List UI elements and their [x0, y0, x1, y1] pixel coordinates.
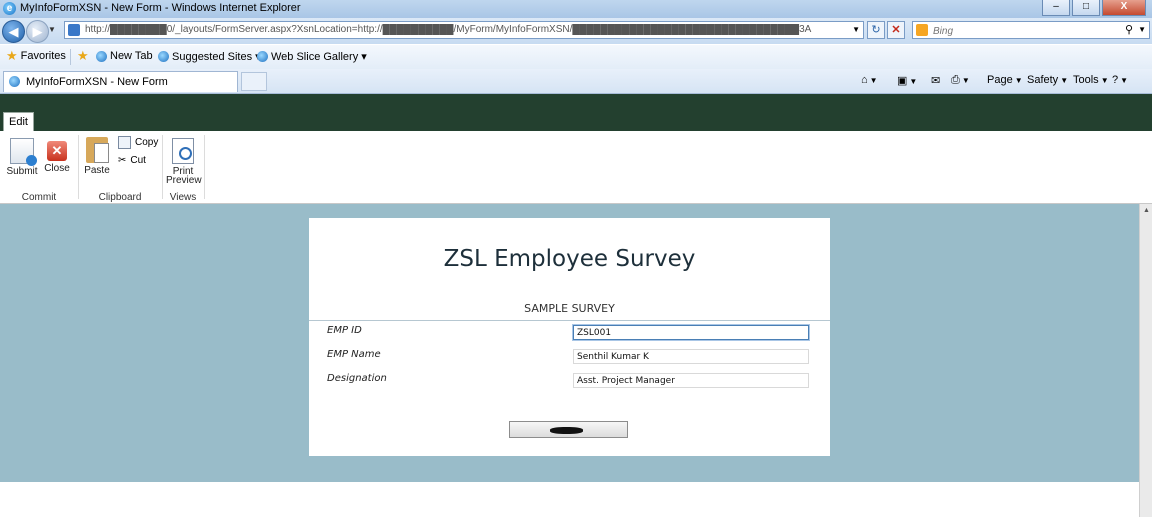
copy-icon [118, 136, 131, 149]
search-input[interactable] [931, 23, 1125, 39]
favorites-button[interactable]: ★ Favorites [6, 48, 66, 63]
stop-button[interactable]: ✕ [887, 21, 905, 39]
group-label-views: Views [169, 192, 197, 203]
feeds-icon[interactable]: ▣ ▼ [897, 74, 917, 87]
forward-button[interactable]: ▶ [26, 20, 49, 43]
form-title: ZSL Employee Survey [443, 246, 696, 272]
tab-edit[interactable]: Edit [3, 112, 34, 131]
add-to-favorites-bar-button[interactable]: ★ [77, 48, 89, 63]
favorites-label: Favorites [20, 50, 66, 62]
close-window-button[interactable]: X [1102, 0, 1146, 16]
emp-name-field[interactable] [573, 349, 809, 364]
group-divider [78, 135, 79, 199]
close-button[interactable]: ✕ Close [42, 141, 72, 174]
emp-id-field[interactable] [573, 325, 809, 340]
print-preview-label-line2: Preview [166, 175, 202, 186]
group-divider [204, 135, 205, 199]
window-title-bar: e MyInfoFormXSN - New Form - Windows Int… [0, 0, 1152, 19]
ie-page-icon [257, 51, 268, 62]
favorite-link-new-tab[interactable]: New Tab [96, 50, 153, 62]
scroll-up-arrow-icon[interactable]: ▲ [1143, 207, 1150, 214]
tools-menu[interactable]: Tools ▼ [1073, 74, 1109, 86]
search-box[interactable]: ⚲ ▼ [912, 21, 1150, 39]
recent-pages-dropdown-icon[interactable]: ▼ [48, 25, 56, 34]
copy-label: Copy [135, 137, 159, 148]
favorite-link-suggested-sites[interactable]: Suggested Sites ▾ [158, 50, 261, 63]
page-menu-label: Page [987, 74, 1013, 86]
url-field[interactable]: http://████████0/_layouts/FormServer.asp… [64, 21, 864, 39]
survey-form: ZSL Employee Survey SAMPLE SURVEY EMP ID… [309, 218, 830, 456]
favorite-link-label: New Tab [110, 50, 153, 62]
tools-menu-label: Tools [1073, 74, 1099, 86]
print-icon[interactable]: ⎙ ▼ [951, 74, 970, 87]
designation-field[interactable] [573, 373, 809, 388]
ie-page-icon [96, 50, 107, 62]
search-icon[interactable]: ⚲ [1125, 23, 1133, 36]
paste-label: Paste [84, 165, 110, 176]
internet-explorer-icon: e [3, 2, 16, 15]
window-title: MyInfoFormXSN - New Form - Windows Inter… [20, 2, 301, 14]
minimize-button[interactable]: – [1042, 0, 1070, 16]
submit-button[interactable]: Submit [5, 138, 39, 177]
favorites-bar: ★ Favorites ★ New Tab Suggested Sites ▾ … [0, 45, 1152, 70]
section-heading: SAMPLE SURVEY [524, 302, 615, 315]
url-text[interactable]: http://████████0/_layouts/FormServer.asp… [85, 24, 845, 35]
ie-page-icon [158, 51, 169, 62]
favorite-link-label: Suggested Sites ▾ [172, 51, 261, 63]
copy-button[interactable]: Copy [118, 136, 158, 149]
window-controls: – □ X [1042, 0, 1146, 16]
help-icon[interactable]: ? ▼ [1112, 74, 1128, 86]
cut-button[interactable]: ✂ Cut [118, 155, 146, 166]
redacted-button-label [550, 427, 583, 434]
ribbon-body: Submit ✕ Close Paste Copy ✂ Cut Print Pr… [0, 131, 1152, 204]
page-icon [68, 24, 80, 36]
back-button[interactable]: ◀ [2, 20, 25, 43]
search-options-dropdown-icon[interactable]: ▼ [1138, 25, 1146, 34]
safety-menu-label: Safety [1027, 74, 1059, 86]
print-preview-button[interactable]: Print Preview [166, 138, 202, 186]
toolbar-divider [70, 49, 71, 65]
group-divider [162, 135, 163, 199]
address-bar: ◀ ▶ ▼ http://████████0/_layouts/FormServ… [0, 18, 1152, 44]
form-submit-button[interactable] [509, 421, 628, 438]
star-icon: ★ [6, 48, 18, 63]
mail-icon[interactable]: ✉ [931, 74, 940, 87]
tab-myinfoformxsn[interactable]: MyInfoFormXSN - New Form [3, 71, 238, 92]
group-label-commit: Commit [21, 192, 57, 203]
new-tab-button[interactable] [241, 72, 267, 91]
cut-icon: ✂ [118, 155, 127, 166]
paste-button[interactable]: Paste [82, 137, 112, 176]
section-divider [309, 320, 830, 321]
refresh-button[interactable]: ↻ [867, 21, 885, 39]
close-icon: ✕ [47, 141, 67, 161]
ribbon-header: Edit [0, 94, 1152, 131]
ie-page-icon [9, 76, 20, 87]
print-preview-icon [172, 138, 194, 164]
url-dropdown-icon[interactable]: ▼ [852, 25, 860, 34]
cut-label: Cut [130, 155, 146, 166]
maximize-button[interactable]: □ [1072, 0, 1100, 16]
tab-bar: MyInfoFormXSN - New Form ⌂ ▼ ▣ ▼ ✉ ⎙ ▼ Page… [0, 69, 1152, 94]
submit-icon [10, 138, 37, 166]
page-menu[interactable]: Page ▼ [987, 74, 1023, 86]
submit-label: Submit [6, 166, 38, 177]
favorite-link-label: Web Slice Gallery ▾ [271, 51, 367, 63]
home-icon[interactable]: ⌂ ▼ [861, 74, 878, 86]
vertical-scrollbar[interactable]: ▲ [1139, 204, 1152, 517]
group-label-clipboard: Clipboard [98, 192, 142, 203]
paste-icon [86, 137, 109, 163]
tab-label: MyInfoFormXSN - New Form [26, 76, 168, 88]
bing-icon [916, 24, 928, 36]
safety-menu[interactable]: Safety ▼ [1027, 74, 1068, 86]
emp-id-label: EMP ID [327, 325, 362, 336]
emp-name-label: EMP Name [327, 349, 381, 360]
add-favorite-icon: ★ [77, 48, 89, 63]
close-label: Close [44, 163, 70, 174]
favorite-link-web-slice-gallery[interactable]: Web Slice Gallery ▾ [257, 50, 367, 63]
page-footer-area [0, 482, 1139, 517]
designation-label: Designation [327, 373, 387, 384]
